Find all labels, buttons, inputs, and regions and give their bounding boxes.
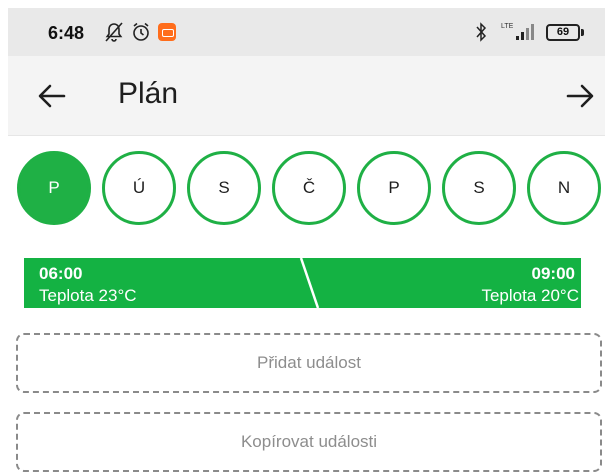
status-time: 6:48 xyxy=(48,23,85,43)
day-tuesday[interactable]: Ú xyxy=(102,151,176,225)
day-monday[interactable]: P xyxy=(17,151,91,225)
day-friday[interactable]: P xyxy=(357,151,431,225)
battery-tip xyxy=(581,29,584,36)
day-thursday[interactable]: Č xyxy=(272,151,346,225)
back-button[interactable] xyxy=(32,76,72,116)
app-bar: Plán xyxy=(8,56,605,136)
day-sunday[interactable]: N xyxy=(527,151,601,225)
arrow-left-icon xyxy=(38,84,66,108)
bell-off-icon xyxy=(105,22,123,42)
day-selector: P Ú S Č P S N xyxy=(17,151,605,227)
day-wednesday[interactable]: S xyxy=(187,151,261,225)
bluetooth-icon xyxy=(476,22,487,42)
lte-label: LTE xyxy=(501,23,514,30)
day-saturday[interactable]: S xyxy=(442,151,516,225)
event-end-time: 09:00 xyxy=(531,264,575,283)
add-event-button[interactable]: Přidat událost xyxy=(16,333,602,393)
copy-events-button[interactable]: Kopírovat události xyxy=(16,412,602,472)
event-end-temp: Teplota 20°C xyxy=(481,286,579,305)
event-start-temp: Teplota 23°C xyxy=(39,286,137,305)
event-timeline[interactable]: 06:00 Teplota 23°C 09:00 Teplota 20°C xyxy=(24,258,581,308)
battery-icon: 69 xyxy=(546,24,580,41)
forward-button[interactable] xyxy=(560,76,600,116)
event-start-time: 06:00 xyxy=(39,264,83,283)
alarm-icon xyxy=(133,22,149,41)
page-title: Plán xyxy=(118,77,179,110)
status-bar: 6:48 LTE 69 xyxy=(8,8,605,56)
signal-icon xyxy=(516,24,534,40)
app-notification-icon xyxy=(158,23,176,41)
arrow-right-icon xyxy=(566,84,594,108)
